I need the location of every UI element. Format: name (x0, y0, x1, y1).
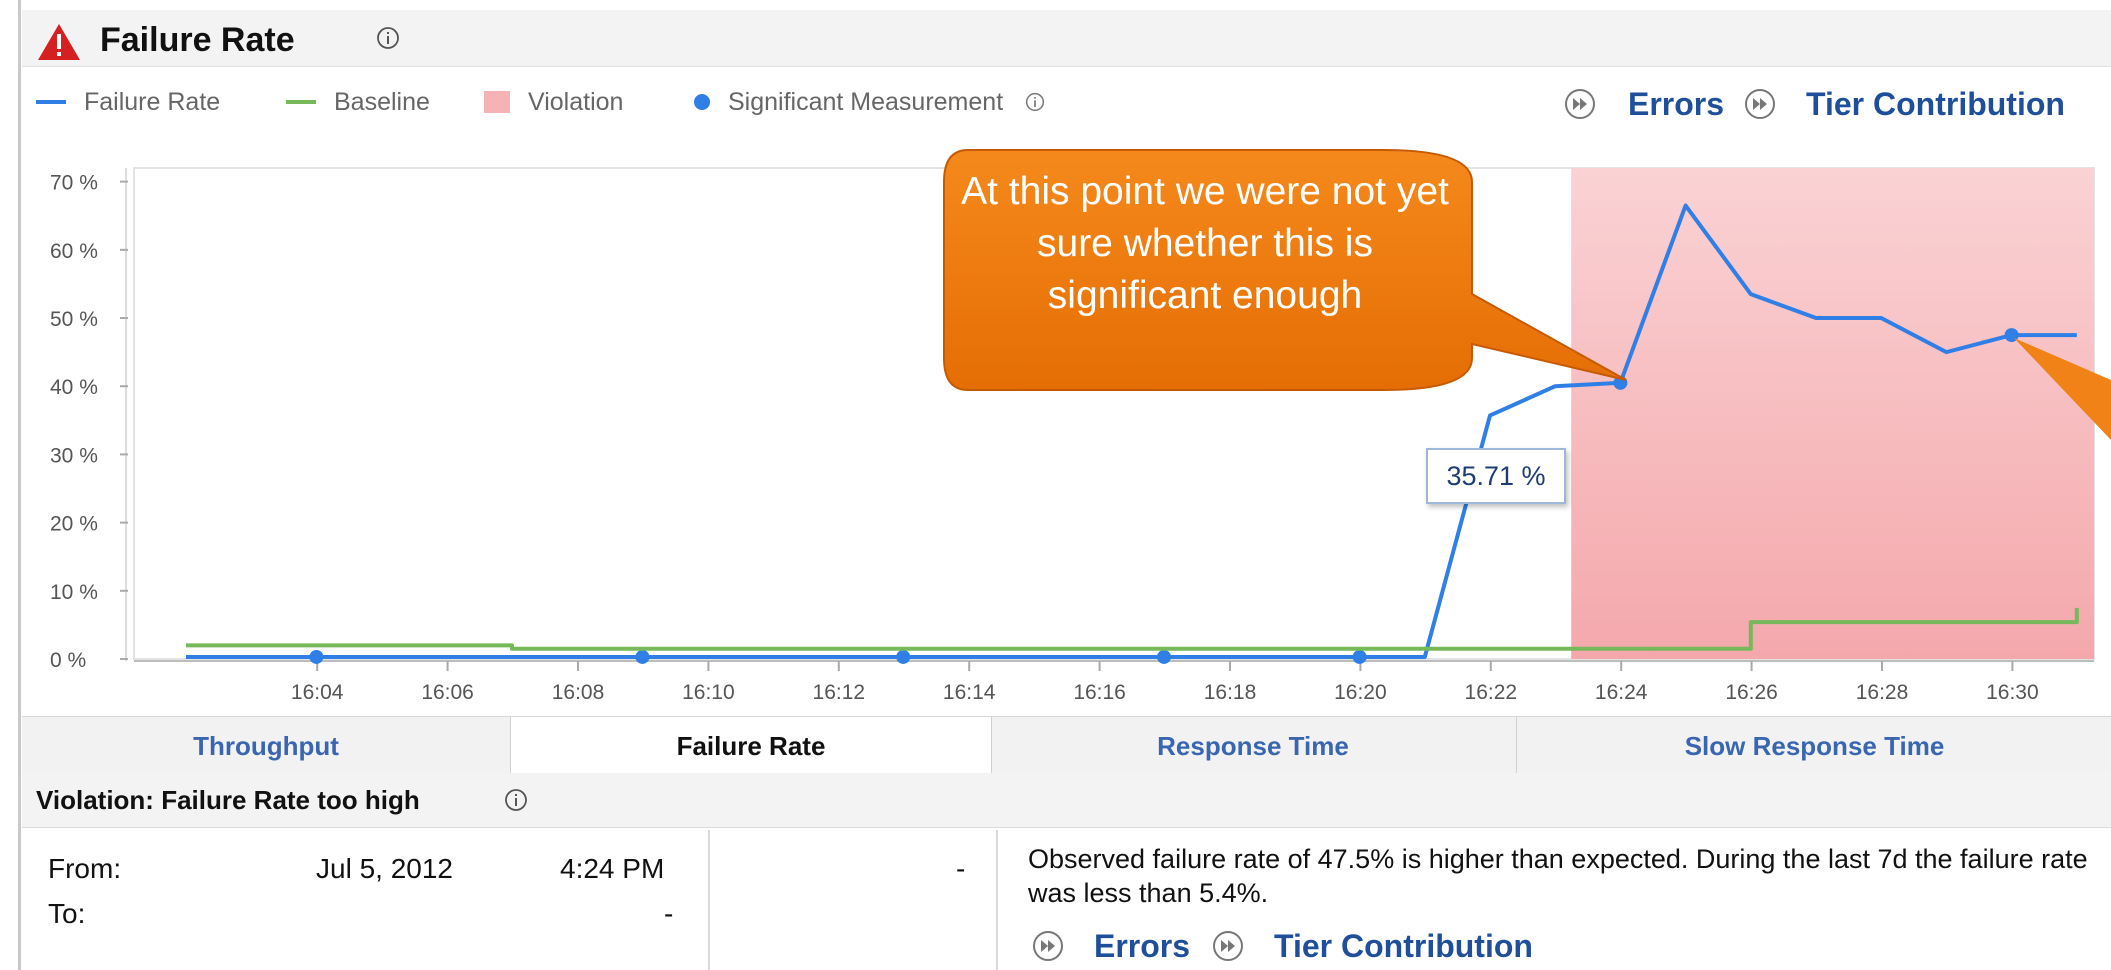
chart-legend: Failure Rate Baseline Violation Signific… (36, 84, 1236, 120)
tab-failure-rate[interactable]: Failure Rate (510, 717, 992, 773)
metric-tabs: Throughput Failure Rate Response Time Sl… (22, 716, 2111, 774)
significant-measurement-marker (1157, 649, 1171, 664)
legend-label: Baseline (334, 88, 430, 116)
x-tick-label: 16:22 (1465, 681, 1518, 700)
fast-forward-icon[interactable] (1564, 88, 1596, 120)
column-divider (996, 830, 998, 970)
tier-contribution-link[interactable]: Tier Contribution (1274, 926, 1533, 966)
legend-line-icon (36, 100, 66, 104)
tier-contribution-link[interactable]: Tier Contribution (1806, 84, 2065, 124)
significant-measurement-marker (635, 649, 650, 664)
significant-measurement-marker (1352, 649, 1367, 664)
legend-label: Violation (528, 88, 624, 116)
from-time: 4:24 PM (560, 853, 665, 884)
violation-description: Observed failure rate of 47.5% is higher… (1028, 844, 2088, 908)
from-date: Jul 5, 2012 (316, 853, 453, 884)
x-tick-label: 16:20 (1334, 681, 1387, 700)
y-tick-label: 20 % (50, 513, 98, 536)
significant-measurement-marker (896, 649, 911, 664)
callout-pointer (2014, 338, 2111, 440)
info-icon[interactable] (504, 788, 528, 812)
x-tick-label: 16:14 (943, 681, 996, 700)
legend-box-icon (484, 91, 510, 113)
legend-item-significant: Significant Measurement (694, 84, 1045, 120)
legend-label: Failure Rate (84, 88, 221, 116)
legend-item-failure-rate: Failure Rate (36, 84, 220, 120)
x-tick-label: 16:08 (552, 681, 605, 700)
y-tick-label: 70 % (50, 172, 98, 195)
from-label: From: (48, 853, 122, 884)
callout-text: At this point we were not yet sure wheth… (961, 170, 1449, 317)
tab-slow-response-time[interactable]: Slow Response Time (1516, 717, 2111, 773)
chart-header (22, 10, 2111, 67)
x-tick-label: 16:04 (291, 681, 344, 700)
errors-link[interactable]: Errors (1628, 84, 1724, 124)
x-tick-label: 16:06 (421, 681, 474, 700)
x-tick-label: 16:28 (1856, 681, 1909, 700)
significant-measurement-marker (309, 649, 324, 664)
x-tick-label: 16:10 (682, 681, 735, 700)
legend-item-baseline: Baseline (286, 84, 430, 120)
warning-icon (38, 24, 80, 60)
fast-forward-icon[interactable] (1212, 930, 1244, 962)
x-tick-label: 16:18 (1204, 681, 1257, 700)
x-tick-label: 16:30 (1986, 681, 2039, 700)
legend-dot-icon (694, 94, 710, 110)
y-tick-label: 30 % (50, 444, 98, 467)
violation-title: Violation: Failure Rate too high (36, 785, 420, 815)
column-divider (708, 830, 710, 970)
tooltip: 35.71 % (1426, 448, 1566, 504)
y-tick-label: 60 % (50, 240, 98, 263)
fast-forward-icon[interactable] (1744, 88, 1776, 120)
tab-throughput[interactable]: Throughput (22, 717, 510, 773)
to-value: - (664, 898, 674, 929)
legend-item-violation: Violation (484, 84, 623, 120)
x-tick-label: 16:12 (813, 681, 866, 700)
x-tick-label: 16:24 (1595, 681, 1648, 700)
info-icon[interactable] (1025, 92, 1045, 112)
info-icon[interactable] (376, 26, 400, 50)
x-tick-label: 16:26 (1725, 681, 1778, 700)
legend-label: Significant Measurement (728, 88, 1004, 116)
errors-link[interactable]: Errors (1094, 926, 1190, 966)
y-tick-label: 50 % (50, 308, 98, 331)
x-tick-label: 16:16 (1073, 681, 1126, 700)
legend-line-icon (286, 100, 316, 104)
page-title: Failure Rate (100, 21, 295, 59)
y-tick-label: 40 % (50, 376, 98, 399)
to-label: To: (48, 898, 86, 929)
y-tick-label: 0 % (50, 649, 86, 672)
tab-response-time[interactable]: Response Time (990, 717, 1516, 773)
from-extra: - (956, 853, 966, 884)
y-tick-label: 10 % (50, 581, 98, 604)
fast-forward-icon[interactable] (1032, 930, 1064, 962)
